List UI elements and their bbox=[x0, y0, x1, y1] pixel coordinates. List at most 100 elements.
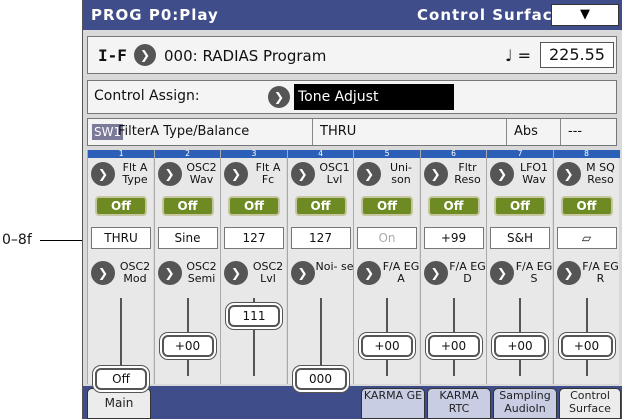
divider bbox=[560, 119, 561, 145]
tab-control-surface[interactable]: Control Surface bbox=[559, 388, 621, 419]
program-name[interactable]: 000: RADIAS Program bbox=[164, 47, 326, 65]
switch-assign-button[interactable]: ❯ bbox=[490, 162, 514, 186]
info-extra: --- bbox=[568, 124, 583, 139]
slider-assign-button[interactable]: ❯ bbox=[423, 261, 448, 285]
switch-value: 127 bbox=[290, 227, 351, 249]
arrow-right-icon: ❯ bbox=[297, 266, 308, 280]
switch-assign-button[interactable]: ❯ bbox=[290, 162, 315, 186]
slider-knob[interactable]: Off bbox=[95, 368, 147, 391]
mode-title: PROG P0:Play bbox=[91, 6, 219, 24]
bank-label: I-F bbox=[98, 46, 127, 65]
tab-karma-ge[interactable]: KARMA GE bbox=[361, 388, 425, 419]
slider-param-label: Noi- se bbox=[315, 260, 354, 273]
arrow-right-icon: ❯ bbox=[164, 266, 175, 280]
slider-assign-button[interactable]: ❯ bbox=[556, 261, 581, 285]
switch-toggle-button[interactable]: Off bbox=[494, 196, 546, 216]
arrow-right-icon: ❯ bbox=[139, 48, 151, 62]
switch-toggle-button[interactable]: Off bbox=[427, 196, 480, 216]
switch-assign-button[interactable]: ❯ bbox=[423, 162, 448, 186]
control-column-4: 4 ❯ OSC1 Lvl Off 127 ❯ Noi- se 000 bbox=[286, 150, 354, 391]
arrow-right-icon: ❯ bbox=[496, 167, 508, 181]
control-assign-button[interactable]: ❯ bbox=[268, 86, 290, 108]
slider-param-label: F/A EG A bbox=[382, 260, 420, 285]
control-assign-value[interactable]: Tone Adjust bbox=[294, 84, 454, 110]
arrow-right-icon: ❯ bbox=[164, 167, 175, 181]
tab-sampling-audioin[interactable]: Sampling AudioIn bbox=[493, 388, 557, 419]
switch-value: 127 bbox=[224, 227, 284, 249]
slider-track bbox=[319, 298, 322, 376]
switch-param-label: LFO1 Wav bbox=[519, 161, 549, 186]
arrow-right-icon: ❯ bbox=[430, 266, 441, 280]
column-number: 5 bbox=[354, 150, 420, 158]
switch-toggle-button[interactable]: Off bbox=[161, 196, 214, 216]
switch-param-label: Uni- son bbox=[389, 161, 413, 186]
arrow-right-icon: ❯ bbox=[563, 266, 574, 280]
slider-track bbox=[120, 298, 122, 376]
switch-toggle-button[interactable]: Off bbox=[560, 196, 613, 216]
switch-assign-button[interactable]: ❯ bbox=[357, 162, 381, 186]
slider-assign-button[interactable]: ❯ bbox=[91, 261, 115, 285]
switch-param-label: Flt A Type bbox=[122, 161, 148, 186]
slider-knob[interactable]: +00 bbox=[161, 335, 214, 357]
arrow-right-icon: ❯ bbox=[273, 90, 285, 104]
switch-value: ▱ bbox=[556, 227, 617, 249]
tab-karma-rtc[interactable]: KARMA RTC bbox=[427, 388, 491, 419]
slider-knob[interactable]: +00 bbox=[560, 335, 613, 357]
control-column-2: 2 ❯ OSC2 Wav Off Sine ❯ OSC2 Semi +00 bbox=[153, 150, 221, 384]
lcd-screen: PROG P0:Play Control Surface ▼ I-F ❯ 000… bbox=[82, 0, 622, 419]
switch-toggle-button[interactable]: Off bbox=[361, 196, 413, 216]
arrow-right-icon: ❯ bbox=[563, 167, 574, 181]
slider-knob[interactable]: +00 bbox=[361, 335, 413, 357]
slider-knob[interactable]: +00 bbox=[494, 335, 546, 357]
switch-assign-button[interactable]: ❯ bbox=[224, 162, 248, 186]
switch-toggle-button[interactable]: Off bbox=[228, 196, 280, 216]
slider-param-label: F/A EG D bbox=[449, 260, 486, 285]
column-number: 4 bbox=[287, 150, 354, 158]
column-number: 2 bbox=[154, 150, 221, 158]
slider-assign-button[interactable]: ❯ bbox=[157, 261, 182, 285]
switch-assign-button[interactable]: ❯ bbox=[556, 162, 581, 186]
chevron-down-icon: ▼ bbox=[580, 7, 590, 22]
switch-value: On bbox=[357, 227, 417, 249]
arrow-right-icon: ❯ bbox=[297, 167, 308, 181]
program-select-row: I-F ❯ 000: RADIAS Program ♩ = 225.55 bbox=[87, 36, 617, 74]
switch-value: +99 bbox=[423, 227, 484, 249]
page-menu-button[interactable]: ▼ bbox=[551, 4, 619, 26]
program-select-button[interactable]: ❯ bbox=[134, 44, 156, 66]
slider-assign-button[interactable]: ❯ bbox=[490, 261, 514, 285]
info-param: FilterA Type/Balance bbox=[118, 124, 250, 139]
control-column-1: 1 ❯ Flt A Type Off THRU ❯ OSC2 Mod Off bbox=[87, 150, 154, 391]
switch-toggle-button[interactable]: Off bbox=[95, 196, 147, 216]
column-number: 1 bbox=[88, 150, 154, 158]
slider-knob[interactable]: 111 bbox=[228, 305, 280, 328]
slider-knob[interactable]: 000 bbox=[294, 368, 347, 391]
tab-main[interactable]: Main bbox=[87, 388, 151, 419]
callout-label: 0–8f bbox=[2, 232, 32, 248]
arrow-right-icon: ❯ bbox=[230, 266, 242, 280]
switch-param-label: Flt A Fc bbox=[255, 161, 281, 186]
arrow-right-icon: ❯ bbox=[97, 266, 109, 280]
title-bar: PROG P0:Play Control Surface ▼ bbox=[83, 0, 622, 30]
slider-assign-button[interactable]: ❯ bbox=[290, 261, 315, 285]
switch-assign-button[interactable]: ❯ bbox=[157, 162, 182, 186]
control-assign-label: Control Assign: bbox=[94, 88, 200, 104]
arrow-right-icon: ❯ bbox=[430, 167, 441, 181]
switch-assign-button[interactable]: ❯ bbox=[91, 162, 115, 186]
slider-knob[interactable]: +00 bbox=[427, 335, 480, 357]
slider-param-label: F/A EG S bbox=[515, 260, 553, 285]
slider-assign-button[interactable]: ❯ bbox=[357, 261, 381, 285]
divider bbox=[312, 119, 313, 145]
column-number: 6 bbox=[420, 150, 487, 158]
column-number: 7 bbox=[487, 150, 553, 158]
switch-param-label: OSC1 Lvl bbox=[319, 161, 350, 186]
arrow-right-icon: ❯ bbox=[230, 167, 242, 181]
slider-param-label: OSC2 Lvl bbox=[252, 260, 284, 285]
switch-toggle-button[interactable]: Off bbox=[294, 196, 347, 216]
switch-param-label: OSC2 Wav bbox=[186, 161, 217, 186]
arrow-right-icon: ❯ bbox=[363, 167, 375, 181]
tempo-field[interactable]: 225.55 bbox=[540, 42, 614, 68]
control-column-8: 8 ❯ M SQ Reso Off ▱ ❯ F/A EG R +00 bbox=[552, 150, 620, 384]
page-title: Control Surface bbox=[417, 6, 564, 24]
slider-assign-button[interactable]: ❯ bbox=[224, 261, 248, 285]
column-number: 8 bbox=[553, 150, 620, 158]
